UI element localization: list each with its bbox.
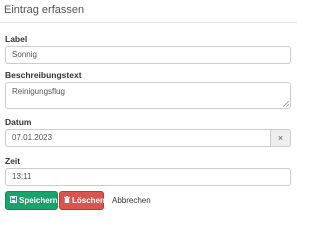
- date-clear-button[interactable]: ×: [271, 129, 291, 147]
- save-button[interactable]: Speichern: [5, 191, 58, 210]
- date-input[interactable]: 07.01.2023: [5, 129, 271, 147]
- trash-icon: [64, 196, 70, 204]
- description-text: Reinigungsflug: [12, 87, 65, 96]
- time-input[interactable]: 13:11: [5, 168, 291, 186]
- cancel-button[interactable]: Abbrechen: [107, 191, 154, 210]
- save-button-label: Speichern: [19, 196, 58, 205]
- description-field-label: Beschreibungstext: [5, 70, 82, 80]
- time-field-label: Zeit: [5, 156, 21, 166]
- cancel-button-label: Abbrechen: [112, 196, 151, 205]
- resize-grip-icon[interactable]: [283, 101, 289, 107]
- description-textarea[interactable]: Reinigungsflug: [5, 82, 291, 109]
- delete-button[interactable]: Löschen: [59, 191, 105, 210]
- dialog-title: Eintrag erfassen: [4, 4, 85, 16]
- close-icon: ×: [277, 133, 284, 143]
- label-field-label: Label: [5, 34, 28, 44]
- title-divider: [0, 22, 297, 23]
- date-field-label: Datum: [5, 117, 32, 127]
- label-input[interactable]: Sonnig: [5, 46, 291, 64]
- delete-button-label: Löschen: [72, 196, 105, 205]
- floppy-disk-icon: [10, 196, 17, 204]
